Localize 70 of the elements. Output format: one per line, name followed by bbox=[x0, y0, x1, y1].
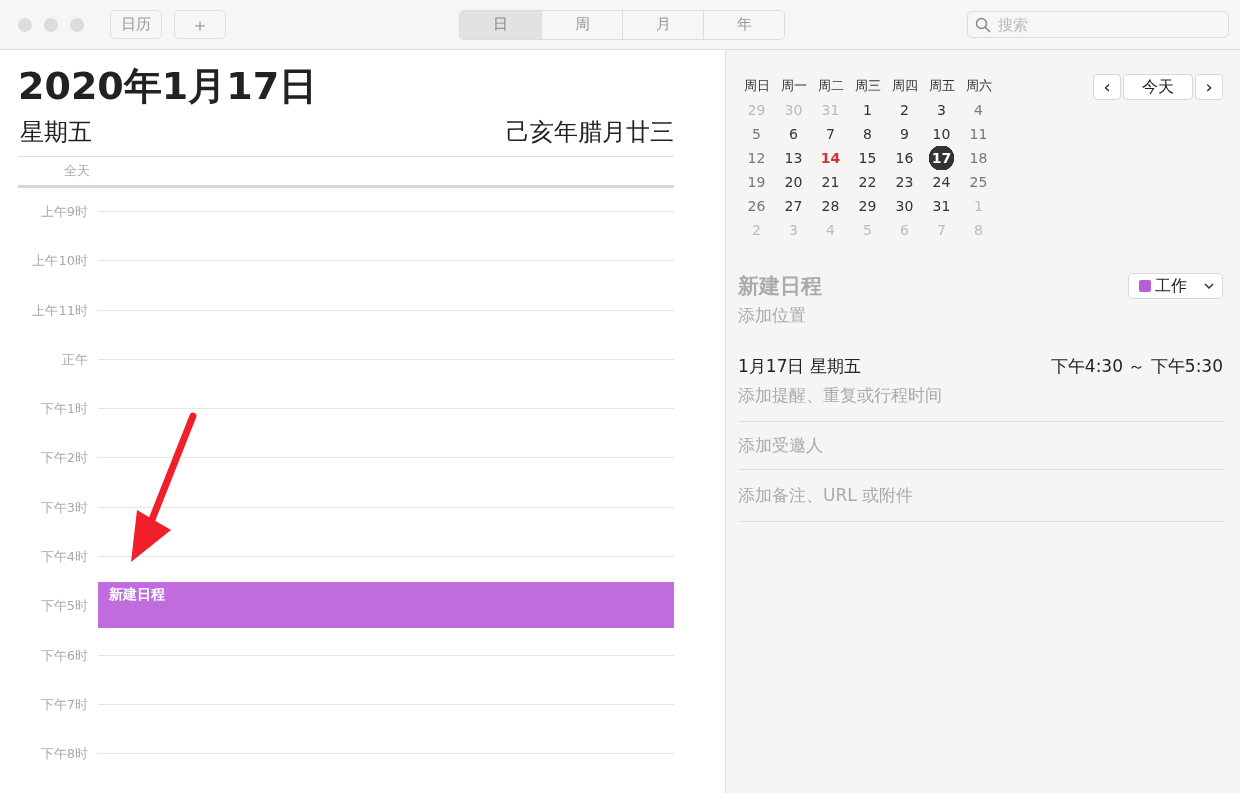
hour-label: 下午6时 bbox=[39, 647, 88, 664]
weekday-header: 周五 bbox=[927, 77, 956, 95]
calendar-day[interactable]: 23 bbox=[886, 170, 923, 194]
hour-label: 下午8时 bbox=[39, 746, 88, 763]
calendar-day[interactable]: 12 bbox=[738, 146, 775, 170]
calendar-day[interactable]: 13 bbox=[775, 146, 812, 170]
weekday-header: 周四 bbox=[890, 77, 919, 95]
calendar-day[interactable]: 18 bbox=[960, 146, 997, 170]
weekday-header: 周一 bbox=[779, 77, 808, 95]
calendar-day[interactable]: 8 bbox=[849, 122, 886, 146]
calendar-popup[interactable]: 工作 bbox=[1128, 273, 1223, 299]
weekday-header: 周三 bbox=[853, 77, 882, 95]
minimize-button[interactable] bbox=[44, 17, 58, 32]
calendar-day[interactable]: 7 bbox=[812, 122, 849, 146]
next-button[interactable]: › bbox=[1195, 74, 1223, 100]
hour-label: 下午5时 bbox=[39, 598, 88, 615]
weekday-header: 周日 bbox=[742, 77, 771, 95]
today-button[interactable]: 今天 bbox=[1123, 74, 1193, 100]
calendar-day[interactable]: 19 bbox=[738, 170, 775, 194]
calendar-day[interactable]: 30 bbox=[886, 194, 923, 218]
hour-label: 上午11时 bbox=[31, 302, 88, 319]
hour-label: 下午7时 bbox=[39, 696, 88, 713]
hour-label: 下午2时 bbox=[39, 450, 88, 467]
lunar-date: 己亥年腊月廿三 bbox=[505, 117, 674, 148]
date-title: 2020年1月17日 bbox=[18, 63, 319, 110]
close-button[interactable] bbox=[18, 17, 32, 32]
calendar-day[interactable]: 2 bbox=[886, 98, 923, 122]
calendar-day[interactable]: 15 bbox=[849, 146, 886, 170]
hour-label: 上午10时 bbox=[31, 253, 88, 270]
search-icon bbox=[975, 17, 991, 33]
calendar-day[interactable]: 9 bbox=[886, 122, 923, 146]
calendar-day[interactable]: 27 bbox=[775, 194, 812, 218]
previous-button[interactable]: ‹ bbox=[1093, 74, 1121, 100]
hour-label: 下午1时 bbox=[39, 401, 88, 418]
calendar-day[interactable]: 21 bbox=[812, 170, 849, 194]
zoom-button[interactable] bbox=[70, 17, 84, 32]
calendar-day[interactable]: 20 bbox=[775, 170, 812, 194]
view-tab[interactable]: 日 bbox=[460, 10, 541, 39]
event-block[interactable]: 新建日程 bbox=[98, 581, 674, 629]
event-date[interactable]: 1月17日 星期五 bbox=[738, 355, 861, 378]
add-button[interactable]: ＋ bbox=[174, 10, 226, 39]
calendar-day[interactable]: 1 bbox=[849, 98, 886, 122]
weekday-header: 周二 bbox=[816, 77, 845, 95]
hour-label: 正午 bbox=[61, 351, 88, 368]
calendar-day[interactable]: 14 bbox=[812, 146, 849, 170]
search-field[interactable]: 搜索 bbox=[967, 11, 1229, 38]
calendar-day[interactable]: 24 bbox=[923, 170, 960, 194]
calendar-day[interactable]: 4 bbox=[960, 98, 997, 122]
calendar-day[interactable]: 11 bbox=[960, 122, 997, 146]
event-time-range[interactable]: 下午4:30 ～ 下午5:30 bbox=[1050, 355, 1223, 378]
calendar-day[interactable]: 3 bbox=[923, 98, 960, 122]
hour-label: 上午9时 bbox=[39, 204, 88, 220]
chevron-down-icon bbox=[1204, 282, 1214, 290]
calendar-day[interactable]: 31 bbox=[923, 194, 960, 218]
calendar-day[interactable]: 26 bbox=[738, 194, 775, 218]
view-tab[interactable]: 年 bbox=[703, 10, 784, 39]
calendar-day[interactable]: 22 bbox=[849, 170, 886, 194]
weekday-header: 周六 bbox=[964, 77, 993, 95]
calendar-day[interactable]: 29 bbox=[849, 194, 886, 218]
calendar-day[interactable]: 28 bbox=[812, 194, 849, 218]
hour-label: 下午3时 bbox=[39, 499, 88, 516]
calendar-day[interactable]: 25 bbox=[960, 170, 997, 194]
calendar-day[interactable]: 5 bbox=[738, 122, 775, 146]
calendar-day[interactable]: 16 bbox=[886, 146, 923, 170]
all-day-label: 全天 bbox=[63, 162, 90, 180]
hour-label: 下午4时 bbox=[39, 549, 88, 566]
weekday-label: 星期五 bbox=[19, 117, 92, 148]
calendar-day[interactable]: 10 bbox=[923, 122, 960, 146]
calendar-day[interactable]: 6 bbox=[775, 122, 812, 146]
calendars-button[interactable]: 日历 bbox=[110, 10, 162, 39]
